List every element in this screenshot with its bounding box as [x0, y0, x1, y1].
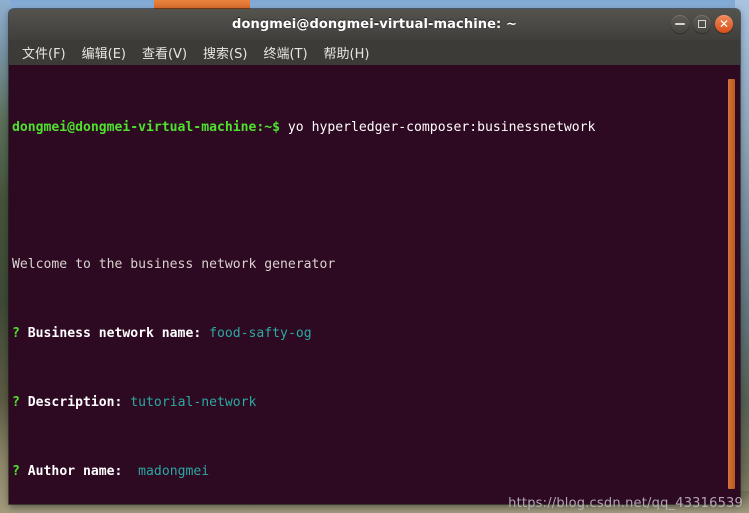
menu-bar: 文件(F) 编辑(E) 查看(V) 搜索(S) 终端(T) 帮助(H)	[9, 40, 740, 65]
maximize-icon	[698, 20, 706, 28]
command-line: dongmei@dongmei-virtual-machine:~$ yo hy…	[12, 119, 722, 136]
minimize-button[interactable]	[671, 15, 689, 33]
menu-edit[interactable]: 编辑(E)	[75, 41, 133, 64]
shell-prompt: dongmei@dongmei-virtual-machine:~$	[12, 119, 281, 135]
close-icon: ✕	[718, 17, 730, 31]
terminal-text: dongmei@dongmei-virtual-machine:~$ yo hy…	[12, 67, 722, 504]
question-mark-icon: ?	[12, 463, 20, 479]
menu-terminal[interactable]: 终端(T)	[256, 41, 314, 64]
prompt-business-network-name: ? Business network name: food-safty-og	[12, 326, 312, 342]
question-mark-icon: ?	[12, 326, 20, 342]
minimize-icon	[675, 23, 685, 25]
question-mark-icon: ?	[12, 394, 20, 410]
title-bar[interactable]: dongmei@dongmei-virtual-machine: ~ ✕	[9, 9, 740, 40]
prompt-author-name: ? Author name: madongmei	[12, 463, 210, 479]
close-button[interactable]: ✕	[715, 15, 733, 33]
blank-line-1	[12, 187, 722, 204]
terminal-output-area[interactable]: dongmei@dongmei-virtual-machine:~$ yo hy…	[9, 65, 740, 504]
menu-help[interactable]: 帮助(H)	[317, 41, 377, 64]
maximize-button[interactable]	[693, 15, 711, 33]
menu-search[interactable]: 搜索(S)	[196, 41, 254, 64]
scrollbar-thumb[interactable]	[728, 79, 735, 489]
terminal-window: dongmei@dongmei-virtual-machine: ~ ✕ 文件(…	[9, 9, 740, 504]
prompt-description: ? Description: tutorial-network	[12, 394, 257, 410]
window-controls: ✕	[671, 15, 733, 33]
watermark-text: https://blog.csdn.net/qq_43316539	[508, 496, 743, 511]
welcome-line: Welcome to the business network generato…	[12, 257, 336, 273]
menu-file[interactable]: 文件(F)	[15, 41, 73, 64]
window-title: dongmei@dongmei-virtual-machine: ~	[232, 17, 517, 32]
command-text: yo hyperledger-composer:businessnetwork	[280, 119, 596, 135]
terminal-scrollbar[interactable]	[725, 65, 738, 504]
menu-view[interactable]: 查看(V)	[135, 41, 194, 64]
